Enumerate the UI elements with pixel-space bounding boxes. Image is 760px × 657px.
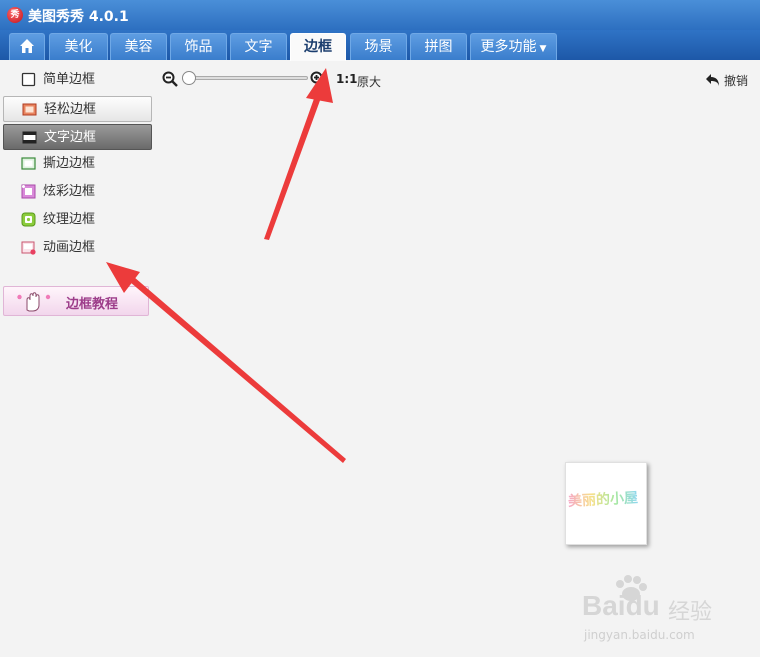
tab-scene[interactable]: 场景 (350, 33, 407, 60)
canvas-image-text: 美丽的小屋 (568, 487, 639, 511)
text-frame-icon (22, 131, 37, 144)
sidebar-item-colorful-frame[interactable]: 炫彩边框 (3, 179, 152, 205)
texture-frame-icon (21, 212, 36, 227)
watermark-url: jingyan.baidu.com (584, 628, 695, 642)
sidebar-item-label: 纹理边框 (43, 212, 96, 227)
sidebar-item-simple-frame[interactable]: 简单边框 (3, 67, 152, 93)
baidu-watermark: Baidu 经验 jingyan.baidu.com (582, 575, 760, 657)
sidebar-item-label: 动画边框 (43, 240, 96, 255)
hand-icon (17, 292, 51, 312)
sidebar-item-label: 轻松边框 (44, 102, 97, 117)
tab-collage[interactable]: 拼图 (410, 33, 467, 60)
zoom-slider[interactable] (182, 71, 308, 85)
tab-more-label: 更多功能 (480, 39, 537, 55)
frame-category-sidebar: 简单边框 轻松边框 文字边框 撕边边框 炫彩边框 纹理边框 动画边框 边框教程 (0, 60, 158, 657)
sidebar-item-text-frame[interactable]: 文字边框 (3, 124, 152, 150)
sidebar-item-label: 简单边框 (43, 72, 96, 87)
tab-beauty[interactable]: 美容 (110, 33, 167, 60)
sidebar-item-label: 撕边边框 (43, 156, 96, 171)
zoom-in-icon[interactable] (310, 71, 326, 87)
tab-home[interactable] (9, 33, 45, 60)
main-tab-bar: 美化 美容 饰品 文字 边框 场景 拼图 更多功能 ▼ (0, 30, 760, 61)
undo-label: 撤销 (724, 74, 749, 88)
sidebar-item-animation-frame[interactable]: 动画边框 (3, 235, 152, 261)
sidebar-item-label: 炫彩边框 (43, 184, 96, 199)
tab-beautify[interactable]: 美化 (49, 33, 108, 60)
undo-button[interactable]: 撤销 (705, 71, 760, 89)
zoom-out-icon[interactable] (162, 71, 178, 87)
frame-tutorial-label: 边框教程 (66, 297, 119, 312)
tab-accessories[interactable]: 饰品 (170, 33, 227, 60)
original-size-button[interactable]: 原大 (357, 73, 381, 90)
sidebar-item-easy-frame[interactable]: 轻松边框 (3, 96, 152, 122)
torn-frame-icon (21, 157, 36, 170)
sidebar-item-torn-frame[interactable]: 撕边边框 (3, 151, 152, 177)
zoom-slider-thumb[interactable] (182, 71, 196, 85)
app-title: 美图秀秀 4.0.1 (28, 9, 129, 25)
photo-frame-icon (22, 103, 37, 116)
chevron-down-icon: ▼ (539, 44, 547, 54)
actual-ratio-button[interactable]: 1:1 (336, 72, 358, 86)
canvas-image[interactable]: 美丽的小屋 (565, 462, 647, 545)
frame-tutorial-button[interactable]: 边框教程 (3, 286, 149, 316)
animation-frame-icon (21, 241, 36, 255)
square-outline-icon (21, 72, 36, 87)
zoom-slider-track (182, 76, 308, 80)
tab-frame[interactable]: 边框 (290, 33, 346, 61)
colorful-frame-icon (21, 184, 36, 199)
sidebar-item-label: 文字边框 (44, 130, 97, 145)
app-logo: 秀 (7, 7, 23, 23)
watermark-cn: 经验 (668, 600, 713, 625)
undo-icon (706, 74, 719, 86)
tab-text[interactable]: 文字 (230, 33, 287, 60)
title-bar: 秀 美图秀秀 4.0.1 (0, 0, 760, 30)
watermark-brand: Baidu (582, 590, 660, 621)
home-icon (20, 38, 34, 53)
sidebar-item-texture-frame[interactable]: 纹理边框 (3, 207, 152, 233)
annotation-arrow-to-frame-tab (264, 68, 333, 240)
tab-more-functions[interactable]: 更多功能 ▼ (470, 33, 557, 60)
